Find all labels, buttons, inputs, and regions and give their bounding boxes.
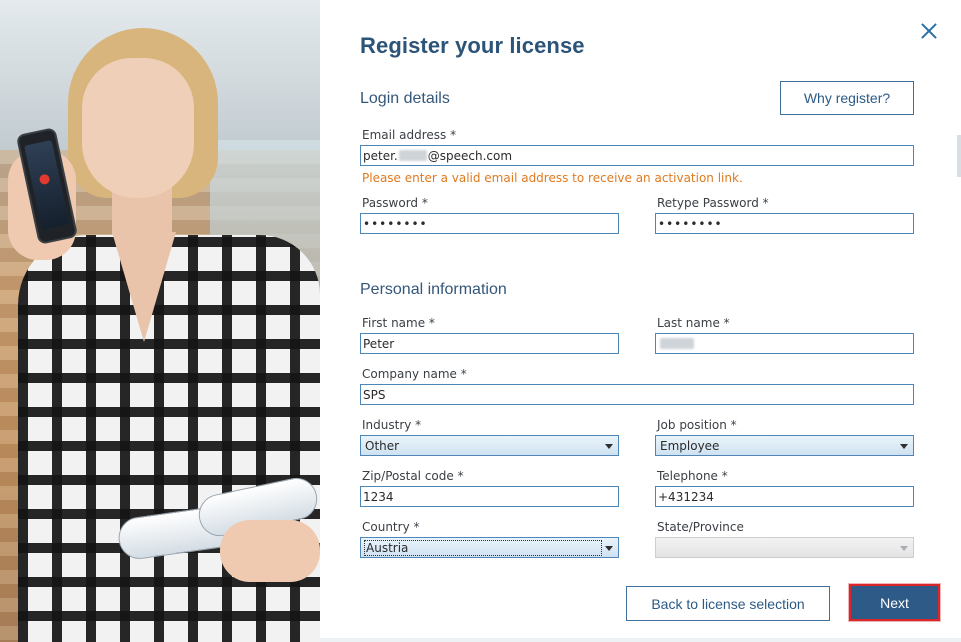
hero-photo <box>0 0 320 642</box>
industry-select[interactable]: Other <box>360 435 619 456</box>
last-name-label: Last name * <box>657 316 730 330</box>
redacted-text <box>660 338 694 349</box>
chevron-down-icon <box>605 546 613 551</box>
first-name-field[interactable]: Peter <box>360 333 619 354</box>
telephone-label: Telephone * <box>657 469 728 483</box>
retype-password-field[interactable]: •••••••• <box>655 213 914 234</box>
state-select[interactable] <box>655 537 914 558</box>
chevron-down-icon <box>900 444 908 449</box>
why-register-button[interactable]: Why register? <box>780 81 914 115</box>
personal-info-heading: Personal information <box>360 281 507 298</box>
telephone-field[interactable]: +431234 <box>655 486 914 507</box>
email-field[interactable]: peter. @speech.com <box>360 145 914 166</box>
company-label: Company name * <box>362 367 467 381</box>
zip-field[interactable]: 1234 <box>360 486 619 507</box>
close-icon[interactable] <box>919 21 939 41</box>
retype-password-label: Retype Password * <box>657 196 769 210</box>
email-label: Email address * <box>362 128 457 142</box>
job-position-label: Job position * <box>657 418 737 432</box>
password-field[interactable]: •••••••• <box>360 213 619 234</box>
redacted-text <box>398 150 427 161</box>
photo-person-hand <box>220 520 320 582</box>
email-value-prefix: peter. <box>363 148 398 163</box>
next-button[interactable]: Next <box>849 584 940 621</box>
industry-value: Other <box>365 438 400 453</box>
dialog-title: Register your license <box>360 33 585 58</box>
password-label: Password * <box>362 196 428 210</box>
company-field[interactable]: SPS <box>360 384 914 405</box>
country-value: Austria <box>364 539 602 556</box>
job-position-value: Employee <box>660 438 720 453</box>
chevron-down-icon <box>605 444 613 449</box>
job-position-select[interactable]: Employee <box>655 435 914 456</box>
country-label: Country * <box>362 520 420 534</box>
email-value-suffix: @speech.com <box>427 148 513 163</box>
last-name-field[interactable] <box>655 333 914 354</box>
zip-label: Zip/Postal code * <box>362 469 464 483</box>
chevron-down-icon <box>900 546 908 551</box>
industry-label: Industry * <box>362 418 422 432</box>
login-details-heading: Login details <box>360 90 450 107</box>
scrollbar-edge <box>957 135 961 177</box>
state-label: State/Province <box>657 520 744 534</box>
email-hint: Please enter a valid email address to re… <box>362 171 743 185</box>
panel-bottom-edge <box>320 638 961 642</box>
photo-person-neckline <box>112 232 176 342</box>
back-to-license-selection-button[interactable]: Back to license selection <box>626 586 830 621</box>
photo-person-face <box>82 58 194 198</box>
registration-panel: Register your license Login details Why … <box>320 0 961 642</box>
country-select[interactable]: Austria <box>360 537 619 558</box>
first-name-label: First name * <box>362 316 435 330</box>
